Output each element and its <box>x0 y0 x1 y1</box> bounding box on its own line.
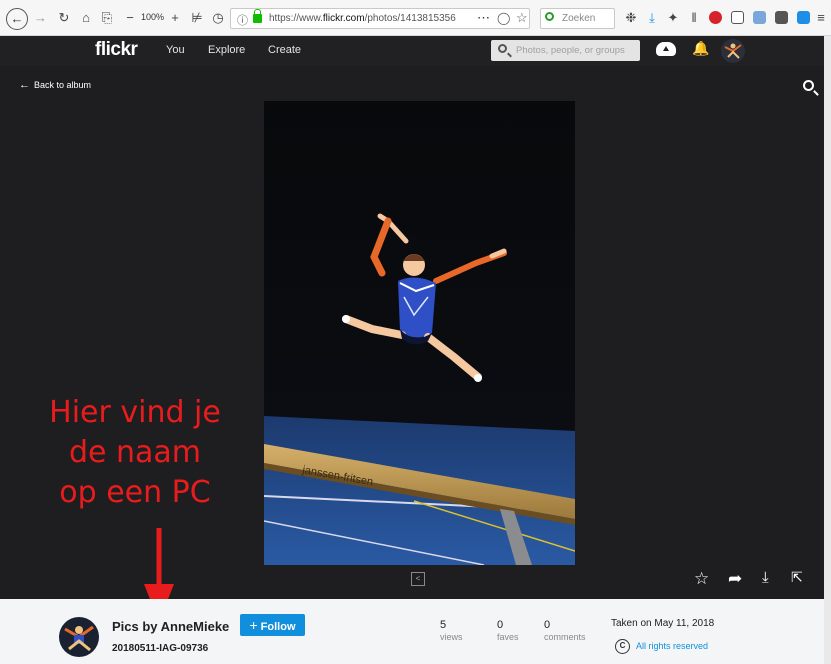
annotation-marks <box>59 528 269 661</box>
owner-name-link[interactable]: Pics by AnneMieke <box>112 619 229 634</box>
follow-button[interactable]: + Follow <box>240 614 305 636</box>
comments-label: comments <box>544 632 586 642</box>
plus-icon: + <box>249 617 258 633</box>
follow-label: Follow <box>260 621 296 633</box>
faves-count: 0 <box>497 619 504 631</box>
copyright-icon: C <box>615 639 630 654</box>
license-link[interactable]: All rights reserved <box>636 641 708 651</box>
photo-info-bar: Pics by AnneMieke + Follow 20180511-IAG-0… <box>0 599 831 664</box>
scrollbar[interactable] <box>824 36 831 664</box>
taken-date[interactable]: Taken on May 11, 2018 <box>611 618 714 629</box>
faves-label: faves <box>497 632 519 642</box>
views-label: views <box>440 632 463 642</box>
views-count: 5 <box>440 619 447 631</box>
photo-title[interactable]: 20180511-IAG-09736 <box>112 643 208 654</box>
comments-count: 0 <box>544 619 551 631</box>
owner-avatar[interactable] <box>59 617 99 657</box>
browser-window: ← → ↻ ⌂ ⎘ − 100% + ⊭ ◷ ⓘ https://www.fli… <box>0 0 831 664</box>
